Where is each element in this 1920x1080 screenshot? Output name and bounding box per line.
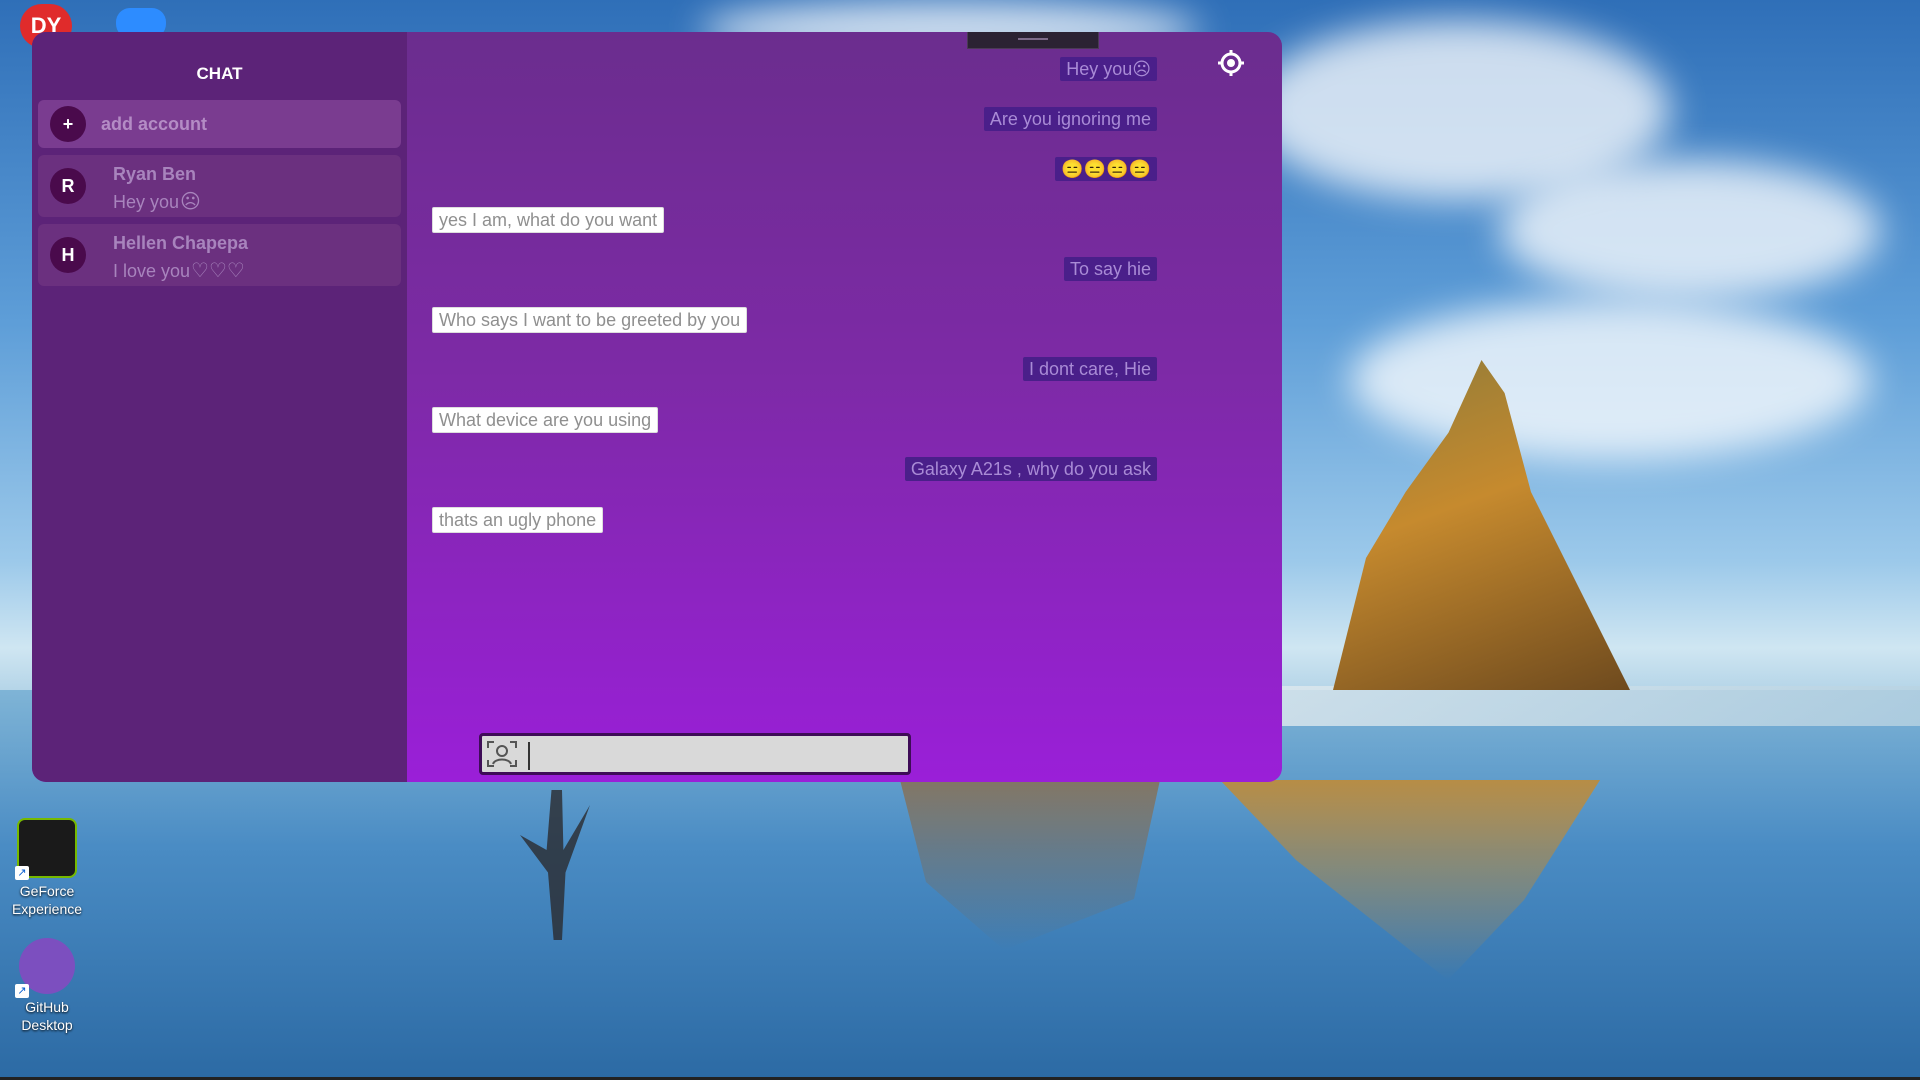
shortcut-arrow-icon: ↗ <box>15 984 29 998</box>
message-outgoing: Galaxy A21s , why do you ask <box>904 457 1157 481</box>
message-incoming: What device are you using <box>432 407 659 433</box>
face-scan-icon[interactable] <box>486 739 518 769</box>
message-outgoing: I dont care, Hie <box>1022 357 1157 381</box>
contact-preview: I love you♡♡♡ <box>113 260 245 282</box>
avatar: R <box>50 168 86 204</box>
chat-window: CHAT + add account R Ryan Ben Hey you☹ H… <box>32 32 1282 782</box>
message-incoming: thats an ugly phone <box>432 507 604 533</box>
contact-name: Hellen Chapepa <box>113 233 249 253</box>
contact-ryan-ben[interactable]: R Ryan Ben Hey you☹ <box>38 155 401 217</box>
message-composer <box>479 733 911 775</box>
message-outgoing: To say hie <box>1063 257 1157 281</box>
message-outgoing: 😑😑😑😑 <box>1055 157 1157 181</box>
gear-icon[interactable] <box>1218 50 1244 76</box>
frown-emoji-icon: ☹ <box>180 191 201 213</box>
desktop-icon-label: GeForce Experience <box>11 883 83 917</box>
desktop-icon-geforce[interactable]: ↗ GeForce Experience <box>6 818 88 918</box>
contact-hellen-chapepa[interactable]: H Hellen Chapepa I love you♡♡♡ <box>38 224 401 286</box>
add-account-button[interactable]: + add account <box>38 100 401 148</box>
message-incoming: Who says I want to be greeted by you <box>432 307 748 333</box>
github-icon: ↗ <box>15 938 75 998</box>
contact-name: Ryan Ben <box>113 164 197 184</box>
plus-icon: + <box>50 106 86 142</box>
add-account-label: add account <box>101 114 208 134</box>
window-drag-handle[interactable] <box>967 32 1099 49</box>
message-incoming: yes I am, what do you want <box>432 207 665 233</box>
avatar: H <box>50 237 86 273</box>
sidebar-title: CHAT <box>196 64 243 83</box>
sidebar: CHAT + add account R Ryan Ben Hey you☹ H… <box>32 32 407 782</box>
message-outgoing: Are you ignoring me <box>983 107 1157 131</box>
conversation-pane: Hey you☹ Are you ignoring me 😑😑😑😑 yes I … <box>407 32 1282 782</box>
desktop-icon-github[interactable]: ↗ GitHub Desktop <box>6 938 88 1034</box>
desktop-icon-label: GitHub Desktop <box>21 999 73 1033</box>
contact-preview: Hey you☹ <box>113 191 201 213</box>
hearts-icon: ♡♡♡ <box>191 260 245 282</box>
geforce-icon: ↗ <box>15 818 77 880</box>
message-input[interactable] <box>528 742 904 770</box>
shortcut-arrow-icon: ↗ <box>15 866 29 880</box>
message-outgoing: Hey you☹ <box>1060 57 1157 81</box>
